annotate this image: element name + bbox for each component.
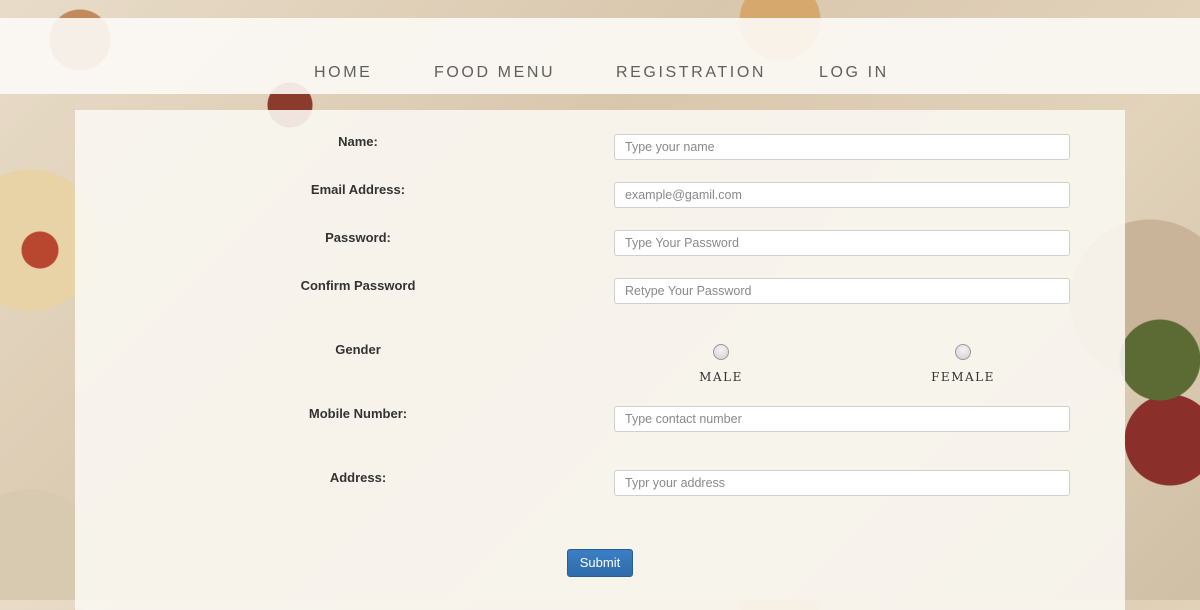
mobile-label: Mobile Number: [308,406,408,421]
nav-food-menu[interactable]: FOOD MENU [434,64,555,82]
email-label: Email Address: [310,182,406,197]
nav-log-in[interactable]: LOG IN [819,64,889,82]
name-label: Name: [338,134,378,149]
male-radio-label: MALE [699,370,743,384]
email-input[interactable] [614,182,1070,208]
submit-button[interactable]: Submit [567,549,633,577]
male-radio[interactable] [713,344,729,360]
gender-label: Gender [335,342,381,357]
female-radio-label: FEMALE [931,370,995,384]
name-input[interactable] [614,134,1070,160]
confirm-password-label: Confirm Password [300,278,416,293]
nav-registration[interactable]: REGISTRATION [616,64,766,82]
confirm-password-input[interactable] [614,278,1070,304]
mobile-input[interactable] [614,406,1070,432]
female-radio[interactable] [955,344,971,360]
address-label: Address: [329,470,387,485]
nav-home[interactable]: HOME [314,64,372,82]
password-label: Password: [325,230,391,245]
top-navbar: HOME FOOD MENU REGISTRATION LOG IN [0,18,1200,94]
password-input[interactable] [614,230,1070,256]
address-input[interactable] [614,470,1070,496]
